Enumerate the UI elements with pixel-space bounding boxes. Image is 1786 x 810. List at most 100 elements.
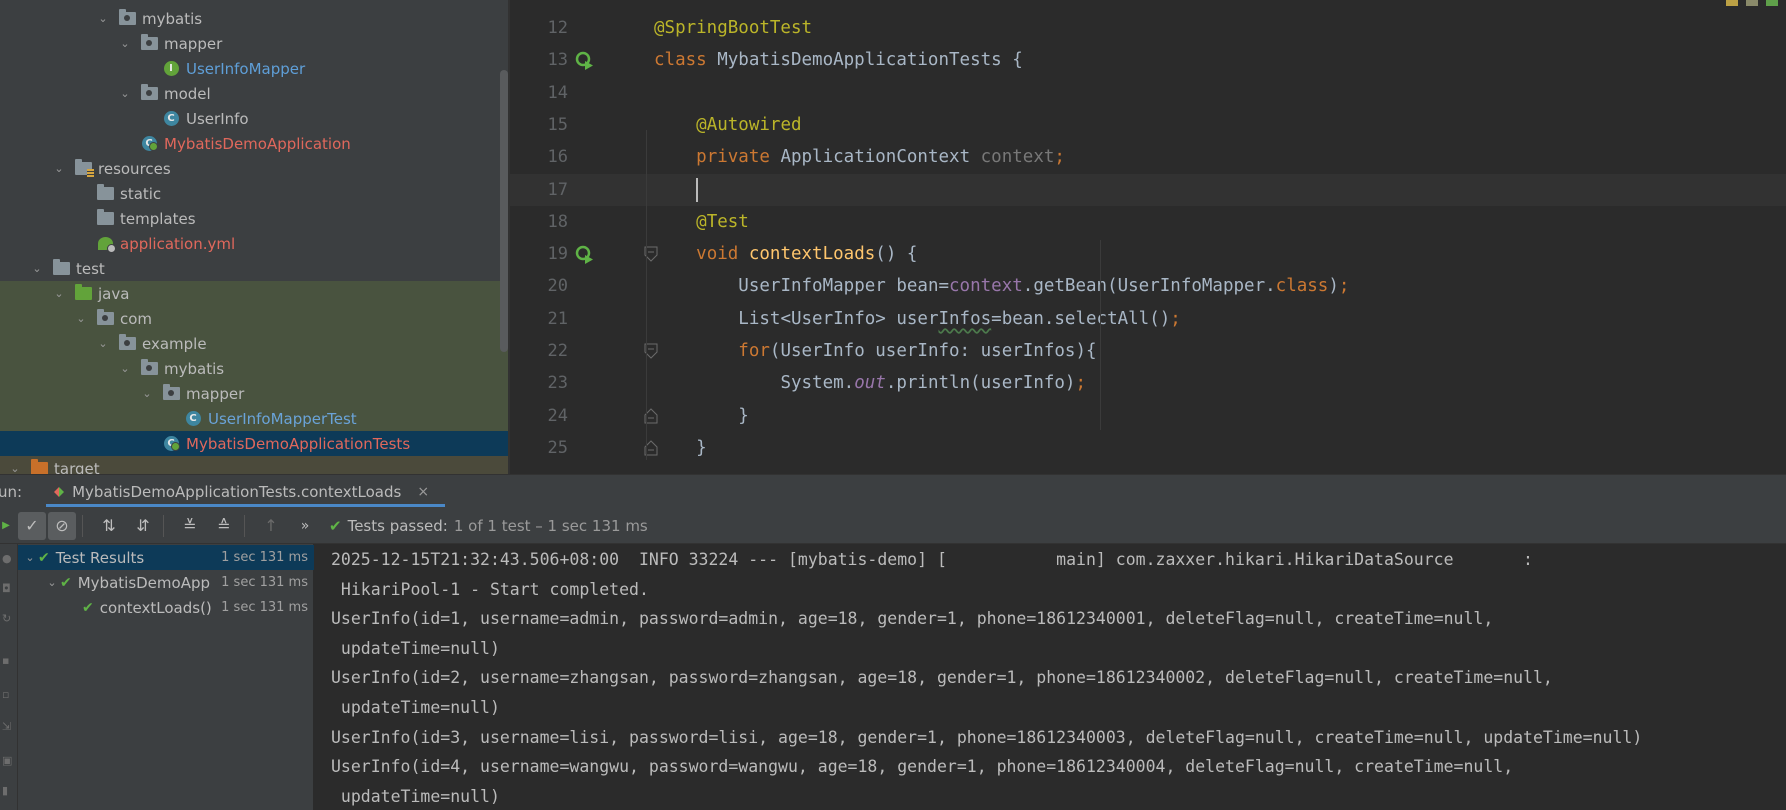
typo-icon[interactable] xyxy=(1766,0,1778,6)
code-line[interactable]: 24 } xyxy=(510,400,1786,432)
chevron-down-icon[interactable]: ⌄ xyxy=(118,362,132,375)
line-number[interactable]: 20 xyxy=(510,276,568,296)
tree-item[interactable]: ⌄ resources xyxy=(0,156,510,181)
previous-failed-test-icon[interactable]: ↑ xyxy=(257,512,285,540)
tree-item[interactable]: static xyxy=(0,181,510,206)
chevron-down-icon[interactable]: ⌄ xyxy=(30,262,44,275)
chevron-down-icon[interactable]: ⌄ xyxy=(52,162,66,175)
code-line[interactable]: 17 xyxy=(510,173,1786,206)
code-line[interactable]: 14 xyxy=(510,77,1786,109)
code-text[interactable]: @SpringBootTest xyxy=(654,18,812,38)
tree-item[interactable]: ⌄ mapper xyxy=(0,31,510,56)
code-line[interactable]: 20 UserInfoMapper bean=context.getBean(U… xyxy=(510,270,1786,302)
code-line[interactable]: 15 @Autowired xyxy=(510,109,1786,141)
tree-item[interactable]: ⌄ test xyxy=(0,256,510,281)
editor-gutter[interactable] xyxy=(568,174,654,206)
code-line[interactable]: 23 System.out.println(userInfo); xyxy=(510,367,1786,399)
code-text[interactable]: System.out.println(userInfo); xyxy=(654,373,1086,393)
chevron-down-icon[interactable]: ⌄ xyxy=(118,37,132,50)
import-icon[interactable]: ▫ xyxy=(2,688,14,701)
run-test-icon[interactable] xyxy=(574,50,594,71)
test-tree-item[interactable]: ✔ contextLoads() 1 sec 131 ms xyxy=(18,595,314,620)
code-line[interactable]: 16 private ApplicationContext context; xyxy=(510,141,1786,173)
rerun-icon[interactable]: ▶ xyxy=(0,512,12,540)
run-tab[interactable]: MybatisDemoApplicationTests.contextLoads… xyxy=(46,475,446,509)
editor-gutter[interactable] xyxy=(568,367,654,399)
line-number[interactable]: 21 xyxy=(510,309,568,329)
settings-icon[interactable]: ▮ xyxy=(2,784,14,797)
console-output[interactable]: 2025-12-15T21:32:43.506+08:00 INFO 33224… xyxy=(314,544,1786,810)
code-text[interactable]: } xyxy=(654,438,707,458)
tree-item[interactable]: ⌄ com xyxy=(0,306,510,331)
code-text[interactable]: List<UserInfo> userInfos=bean.selectAll(… xyxy=(654,309,1181,329)
line-number[interactable]: 25 xyxy=(510,438,568,458)
line-number[interactable]: 23 xyxy=(510,373,568,393)
line-number[interactable]: 12 xyxy=(510,18,568,38)
line-number[interactable]: 17 xyxy=(510,180,568,200)
editor-gutter[interactable] xyxy=(568,238,658,270)
close-icon[interactable]: × xyxy=(417,484,429,500)
tree-item[interactable]: C UserInfoMapperTest xyxy=(0,406,510,431)
code-text[interactable]: } xyxy=(654,406,749,426)
run-test-icon[interactable] xyxy=(574,244,594,265)
tree-item[interactable]: I UserInfoMapper xyxy=(0,56,510,81)
test-tree-item[interactable]: ⌄ ✔ MybatisDemoApp 1 sec 131 ms xyxy=(18,570,314,595)
chevron-down-icon[interactable]: ⌄ xyxy=(118,87,132,100)
sort-alphabetically-icon[interactable]: ⇅ xyxy=(95,512,123,540)
line-number[interactable]: 13 xyxy=(510,50,568,70)
code-line[interactable]: 12 @SpringBootTest xyxy=(510,12,1786,44)
stop-icon[interactable]: ● xyxy=(2,552,14,565)
line-number[interactable]: 16 xyxy=(510,147,568,167)
restore-icon[interactable]: ↻ xyxy=(2,612,14,625)
line-number[interactable]: 22 xyxy=(510,341,568,361)
tree-item[interactable]: ⌄ mybatis xyxy=(0,356,510,381)
code-text[interactable]: @Test xyxy=(654,212,749,232)
layout-icon[interactable]: ▣ xyxy=(2,754,14,767)
tree-item[interactable]: ⌄ java xyxy=(0,281,510,306)
tree-item[interactable]: ⌄ model xyxy=(0,81,510,106)
code-editor[interactable]: 12 @SpringBootTest 13 class MybatisDemoAppl… xyxy=(510,0,1786,474)
code-line[interactable]: 13 class MybatisDemoApplicationTests { xyxy=(510,44,1786,76)
editor-inspection-widget[interactable] xyxy=(1726,0,1778,8)
code-text[interactable]: @Autowired xyxy=(654,115,801,135)
export-icon[interactable]: ⇲ xyxy=(2,720,14,733)
tree-item[interactable]: templates xyxy=(0,206,510,231)
editor-gutter[interactable] xyxy=(568,206,654,238)
line-number[interactable]: 19 xyxy=(510,244,568,264)
chevron-down-icon[interactable]: ⌄ xyxy=(96,337,110,350)
sort-by-duration-icon[interactable]: ⇵ xyxy=(129,512,157,540)
code-line[interactable]: 19 void contextLoads() { xyxy=(510,238,1786,270)
tree-item[interactable]: application.yml xyxy=(0,231,510,256)
expand-all-icon[interactable]: ≚ xyxy=(176,512,204,540)
chevron-down-icon[interactable]: ⌄ xyxy=(52,287,66,300)
code-text[interactable]: void contextLoads() { xyxy=(654,244,917,264)
line-number[interactable]: 18 xyxy=(510,212,568,232)
show-passed-toggle-icon[interactable]: ✓ xyxy=(18,511,46,540)
chevron-down-icon[interactable]: ⌄ xyxy=(74,312,88,325)
code-line[interactable]: 21 List<UserInfo> userInfos=bean.selectA… xyxy=(510,303,1786,335)
editor-gutter[interactable] xyxy=(568,77,654,109)
line-number[interactable]: 14 xyxy=(510,83,568,103)
editor-gutter[interactable] xyxy=(568,44,654,76)
tree-item[interactable]: ⌄ mapper xyxy=(0,381,510,406)
line-number[interactable]: 24 xyxy=(510,406,568,426)
chevron-down-icon[interactable]: ⌄ xyxy=(140,387,154,400)
tree-item[interactable]: C MybatisDemoApplicationTests xyxy=(0,431,510,456)
weak-warning-icon[interactable] xyxy=(1746,0,1758,6)
more-actions-icon[interactable]: » xyxy=(291,512,319,540)
tree-item[interactable]: ⌄ mybatis xyxy=(0,6,510,31)
code-line[interactable]: 25 } xyxy=(510,432,1786,464)
tree-item[interactable]: C UserInfo xyxy=(0,106,510,131)
test-tree-item[interactable]: ⌄ ✔ Test Results 1 sec 131 ms xyxy=(18,545,314,570)
project-tree-scrollbar[interactable] xyxy=(500,70,508,352)
warning-icon[interactable] xyxy=(1726,0,1738,6)
tree-item[interactable]: ⌄ example xyxy=(0,331,510,356)
camera-icon[interactable]: ◘ xyxy=(2,582,14,595)
pin-icon[interactable]: ▪ xyxy=(2,654,14,667)
editor-gutter[interactable] xyxy=(568,12,654,44)
code-text[interactable]: private ApplicationContext context; xyxy=(654,147,1065,167)
editor-gutter[interactable] xyxy=(568,141,654,173)
tree-item[interactable]: ⌄ target xyxy=(0,456,510,474)
show-ignored-toggle-icon[interactable]: ⊘ xyxy=(48,511,76,540)
collapse-all-icon[interactable]: ≙ xyxy=(210,512,238,540)
